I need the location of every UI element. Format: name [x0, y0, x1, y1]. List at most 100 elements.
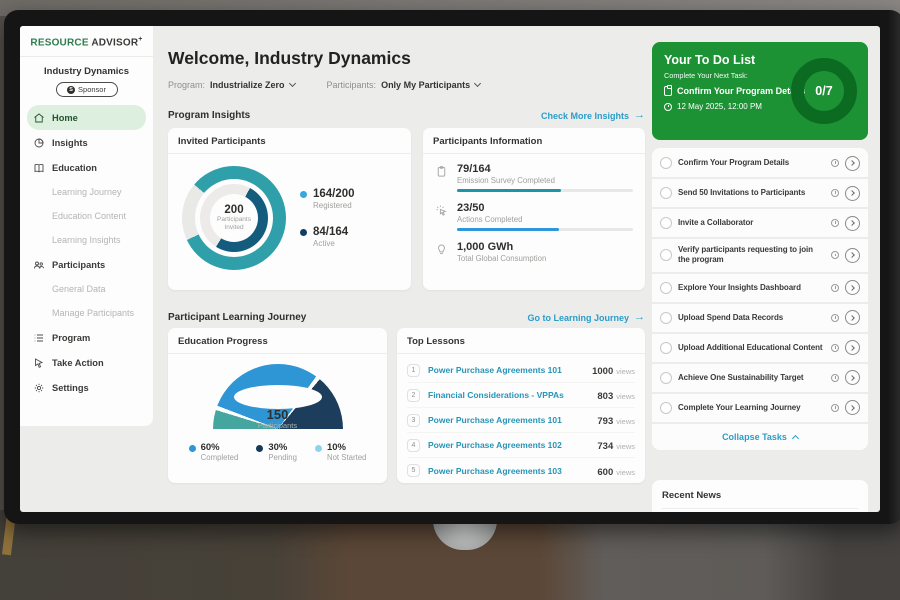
chevron-right-button[interactable]: [845, 156, 860, 171]
clock-icon: [831, 404, 839, 412]
sponsor-badge[interactable]: SSponsor: [56, 82, 118, 97]
go-to-learning-journey-link[interactable]: Go to Learning Journey→: [527, 312, 645, 323]
task-row-invite-collaborator[interactable]: Invite a Collaborator: [652, 209, 868, 239]
task-checkbox[interactable]: [660, 402, 672, 414]
chevron-right-button[interactable]: [845, 310, 860, 325]
legend-value: 84/164: [313, 226, 348, 238]
task-row-complete-learning-journey[interactable]: Complete Your Learning Journey: [652, 394, 868, 424]
lesson-link[interactable]: Power Purchase Agreements 101: [428, 365, 584, 375]
task-checkbox[interactable]: [660, 249, 672, 261]
donut-center-label: Participants Invited: [213, 216, 255, 232]
click-action-icon: [435, 202, 449, 231]
sidebar-item-education-content[interactable]: Education Content: [20, 204, 153, 228]
views-count: 1000: [592, 366, 613, 377]
views-suffix: views: [616, 468, 635, 477]
education-progress-card: Education Progress 150 Participants: [168, 328, 387, 483]
recent-news-title: Recent News: [662, 490, 858, 509]
recent-news-card: Recent News: [652, 480, 868, 512]
lesson-link[interactable]: Power Purchase Agreements 101: [428, 415, 589, 425]
book-icon: [33, 162, 45, 174]
chevron-right-button[interactable]: [845, 400, 860, 415]
sidebar-item-program[interactable]: Program: [20, 325, 153, 350]
donut-chart: 200 Participants Invited 164/200 Registe…: [168, 154, 411, 270]
sidebar-item-label: General Data: [52, 284, 106, 294]
sidebar-item-learning-insights[interactable]: Learning Insights: [20, 228, 153, 252]
sidebar-item-insights[interactable]: Insights: [20, 130, 153, 155]
views-suffix: views: [616, 392, 635, 401]
program-select[interactable]: Program: Industrialize Zero: [168, 80, 295, 90]
progress-fill: [457, 228, 559, 231]
legend-dot: [300, 191, 307, 198]
task-row-send-invitations[interactable]: Send 50 Invitations to Participants: [652, 179, 868, 209]
task-row-verify-participants[interactable]: Verify participants requesting to join t…: [652, 239, 868, 274]
sidebar-item-label: Program: [52, 333, 90, 343]
task-checkbox[interactable]: [660, 282, 672, 294]
clock-icon: [831, 284, 839, 292]
clipboard-icon: [435, 163, 449, 192]
legend-dot: [315, 445, 322, 452]
chevron-right-button[interactable]: [845, 370, 860, 385]
chevron-right-button[interactable]: [845, 280, 860, 295]
lesson-link[interactable]: Power Purchase Agreements 102: [428, 440, 589, 450]
lesson-link[interactable]: Financial Considerations - VPPAs: [428, 390, 589, 400]
participants-select[interactable]: Participants: Only My Participants: [327, 80, 481, 90]
metric-value: 23/50: [457, 202, 633, 214]
sidebar-item-settings[interactable]: Settings: [20, 375, 153, 400]
invited-participants-card: Invited Participants 200 Participants In…: [168, 128, 411, 290]
check-more-insights-link[interactable]: Check More Insights→: [541, 110, 645, 121]
list-icon: [33, 332, 45, 344]
views-suffix: views: [616, 442, 635, 451]
brand-plus: +: [138, 36, 142, 43]
link-label: Check More Insights: [541, 111, 629, 121]
lesson-row: 5 Power Purchase Agreements 103 600views: [407, 458, 635, 483]
sidebar-item-home[interactable]: Home: [27, 105, 146, 130]
clock-icon: [831, 314, 839, 322]
next-task-label: Confirm Your Program Details: [677, 86, 805, 96]
lightbulb-icon: [435, 241, 449, 267]
legend-active: 84/164 Active: [300, 226, 355, 248]
legend-value: 10%: [327, 442, 366, 453]
sidebar-item-manage-participants[interactable]: Manage Participants: [20, 301, 153, 325]
task-checkbox[interactable]: [660, 312, 672, 324]
legend-dot: [256, 445, 263, 452]
task-row-confirm-program[interactable]: Confirm Your Program Details: [652, 149, 868, 179]
participants-label: Participants:: [327, 80, 377, 90]
program-value: Industrialize Zero: [210, 80, 285, 90]
metric-label: Actions Completed: [457, 215, 633, 224]
sidebar-item-participants[interactable]: Participants: [20, 252, 153, 277]
sidebar-item-general-data[interactable]: General Data: [20, 277, 153, 301]
arrow-right-icon: →: [634, 312, 645, 323]
task-row-achieve-target[interactable]: Achieve One Sustainability Target: [652, 364, 868, 394]
chevron-right-button[interactable]: [845, 216, 860, 231]
task-checkbox[interactable]: [660, 217, 672, 229]
sidebar-item-learning-journey[interactable]: Learning Journey: [20, 180, 153, 204]
chevron-right-button[interactable]: [845, 340, 860, 355]
task-checkbox[interactable]: [660, 157, 672, 169]
todo-task-list: Confirm Your Program Details Send 50 Inv…: [652, 148, 868, 450]
sidebar-item-education[interactable]: Education: [20, 155, 153, 180]
learning-journey-header: Participant Learning Journey Go to Learn…: [168, 312, 645, 323]
sidebar-item-label: Learning Insights: [52, 235, 121, 245]
task-row-upload-educational-content[interactable]: Upload Additional Educational Content: [652, 334, 868, 364]
task-checkbox[interactable]: [660, 187, 672, 199]
task-row-upload-spend-data[interactable]: Upload Spend Data Records: [652, 304, 868, 334]
chevron-right-button[interactable]: [845, 186, 860, 201]
clock-icon: [831, 189, 839, 197]
legend-dot: [189, 445, 196, 452]
participants-information-card: Participants Information 79/164 Emission…: [423, 128, 645, 290]
lesson-link[interactable]: Power Purchase Agreements 103: [428, 466, 589, 476]
views-suffix: views: [616, 417, 635, 426]
task-label: Upload Additional Educational Content: [678, 343, 825, 353]
brand-secondary: ADVISOR: [91, 37, 138, 48]
sidebar-item-take-action[interactable]: Take Action: [20, 350, 153, 375]
collapse-tasks-link[interactable]: Collapse Tasks: [652, 424, 868, 450]
chevron-right-button[interactable]: [845, 248, 860, 263]
task-checkbox[interactable]: [660, 372, 672, 384]
sidebar-item-label: Settings: [52, 383, 89, 393]
gauge-center-value: 150: [213, 408, 343, 421]
legend-label: Completed: [201, 453, 239, 462]
task-checkbox[interactable]: [660, 342, 672, 354]
program-insights-header: Program Insights Check More Insights→: [168, 110, 645, 121]
task-row-explore-insights[interactable]: Explore Your Insights Dashboard: [652, 274, 868, 304]
gauge-chart: 150 Participants: [213, 364, 343, 430]
